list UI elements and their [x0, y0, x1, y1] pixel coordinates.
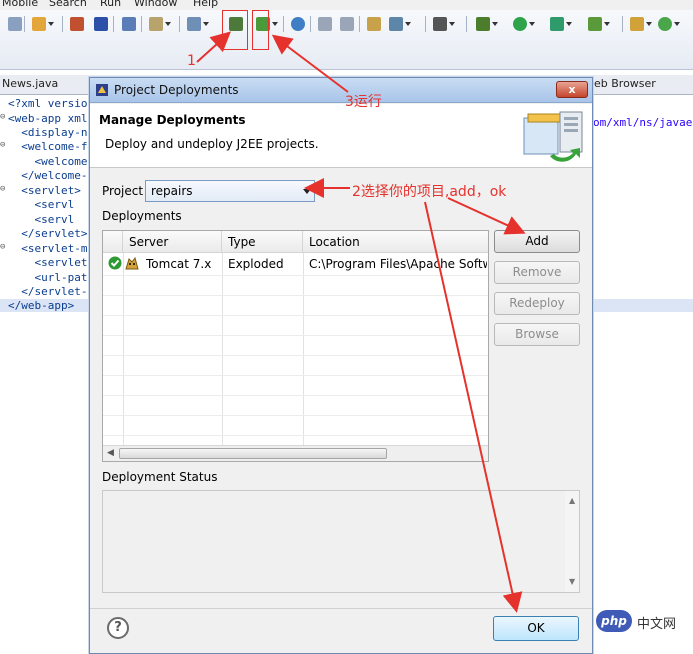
- watermark: php 中文网: [596, 610, 692, 634]
- annotation-step-3: 3运行: [345, 94, 382, 110]
- annotation-step-1: 1: [187, 53, 196, 69]
- php-logo: php: [596, 610, 632, 632]
- annotation-step-2: 2选择你的项目,add，ok: [352, 184, 507, 200]
- watermark-text: 中文网: [637, 617, 677, 632]
